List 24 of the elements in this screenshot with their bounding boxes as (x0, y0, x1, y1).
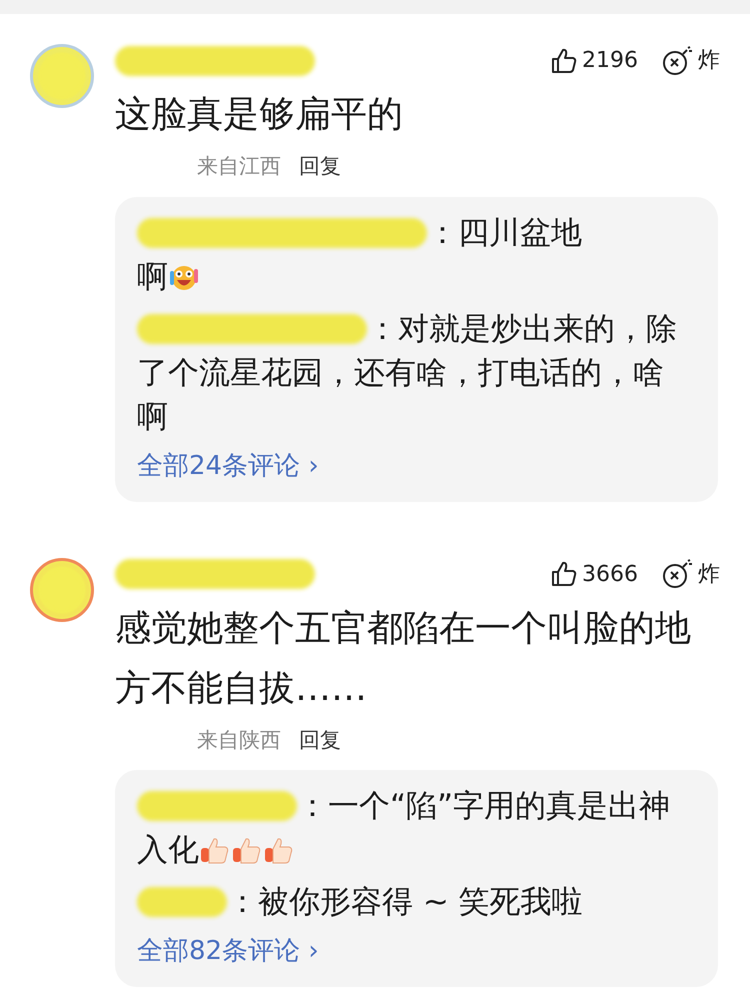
location-text: 来自江西 (197, 153, 281, 180)
more-replies-link[interactable]: 全部24条评论 › (137, 446, 319, 486)
comment-text: 感觉她整个五官都陷在一个叫脸的地方不能自拔…… (115, 606, 692, 710)
like-count: 3666 (582, 560, 638, 588)
thumbs-up-icon[interactable] (550, 46, 578, 74)
reply-text: 啊 (137, 258, 168, 296)
bomb-icon[interactable] (662, 559, 694, 589)
reply-text: ：四川盆地 (427, 214, 582, 252)
thumbs-up-icon[interactable] (550, 560, 578, 588)
reply-text: 入化 (137, 831, 199, 870)
reply-text: ：被你形容得 ~ 笑死我啦 (227, 883, 583, 922)
reply-link[interactable]: 回复 (299, 724, 341, 756)
reply-text: 啊 (137, 398, 168, 436)
location-text: 来自陕西 (197, 726, 281, 754)
bomb-label: 炸 (698, 47, 720, 75)
reply-text: ：对就是炒出来的，除 (367, 310, 677, 348)
reply-text: 了个流星花园，还有啥，打电话的，啥 (137, 354, 664, 392)
reply-link[interactable]: 回复 (299, 151, 341, 182)
like-count: 2196 (582, 47, 638, 75)
bomb-icon[interactable] (662, 46, 694, 76)
comment-text: 这脸真是够扁平的 (115, 93, 404, 137)
more-replies-link[interactable]: 全部82条评论 › (137, 932, 319, 971)
bomb-label: 炸 (698, 560, 720, 588)
reply-text: ：一个“陷”字用的真是出神 (297, 787, 670, 826)
